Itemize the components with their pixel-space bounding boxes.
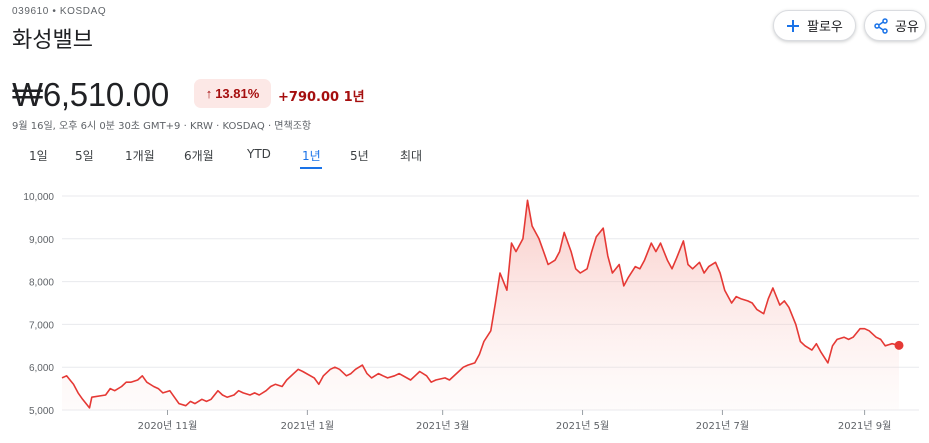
tab-6m[interactable]: 6개월 bbox=[184, 147, 214, 164]
percent-change-value: 13.81% bbox=[215, 86, 260, 101]
y-tick-label: 9,000 bbox=[29, 235, 54, 246]
ticker-label: 039610 • KOSDAQ bbox=[12, 6, 107, 17]
tab-1y[interactable]: 1년 bbox=[302, 147, 321, 164]
x-tick-label: 2021년 3월 bbox=[416, 420, 469, 432]
share-button[interactable]: 공유 bbox=[864, 10, 926, 41]
x-tick-label: 2021년 7월 bbox=[696, 420, 749, 432]
y-tick-label: 5,000 bbox=[29, 406, 54, 417]
percent-change-badge: ↑ 13.81% bbox=[194, 79, 271, 108]
last-price-marker bbox=[894, 340, 904, 350]
tab-ytd[interactable]: YTD bbox=[247, 147, 271, 161]
price-area-fill bbox=[62, 200, 899, 410]
range-tabs: 1일 5일 1개월 6개월 YTD 1년 5년 최대 bbox=[0, 147, 460, 171]
x-tick-label: 2021년 1월 bbox=[281, 420, 334, 432]
absolute-change: +790.00 1년 bbox=[278, 90, 365, 105]
tab-1m[interactable]: 1개월 bbox=[125, 147, 155, 164]
tab-max[interactable]: 최대 bbox=[400, 147, 422, 164]
company-name: 화성밸브 bbox=[12, 28, 93, 53]
y-tick-label: 7,000 bbox=[29, 320, 54, 331]
y-tick-label: 8,000 bbox=[29, 278, 54, 289]
tab-1d[interactable]: 1일 bbox=[29, 147, 48, 164]
active-tab-indicator bbox=[300, 167, 322, 169]
price-chart[interactable]: 5,000 6,000 7,000 8,000 9,000 10,000 2020년 11… bbox=[0, 178, 929, 443]
current-price: ₩6,510.00 bbox=[12, 76, 169, 113]
x-tick-label: 2021년 5월 bbox=[556, 420, 609, 432]
tab-5d[interactable]: 5일 bbox=[75, 147, 94, 164]
plus-icon bbox=[785, 18, 801, 34]
y-tick-label: 6,000 bbox=[29, 363, 54, 374]
x-tick-label: 2020년 11월 bbox=[138, 420, 198, 432]
tab-5y[interactable]: 5년 bbox=[350, 147, 369, 164]
arrow-up-icon: ↑ bbox=[205, 86, 213, 101]
share-icon bbox=[873, 17, 889, 34]
quote-timestamp: 9월 16일, 오후 6시 0분 30초 GMT+9 · KRW · KOSDA… bbox=[12, 121, 312, 132]
follow-button[interactable]: 팔로우 bbox=[773, 10, 856, 41]
share-label: 공유 bbox=[895, 20, 919, 35]
x-tick-label: 2021년 9월 bbox=[838, 420, 891, 432]
follow-label: 팔로우 bbox=[807, 20, 843, 35]
y-tick-label: 10,000 bbox=[23, 192, 54, 203]
